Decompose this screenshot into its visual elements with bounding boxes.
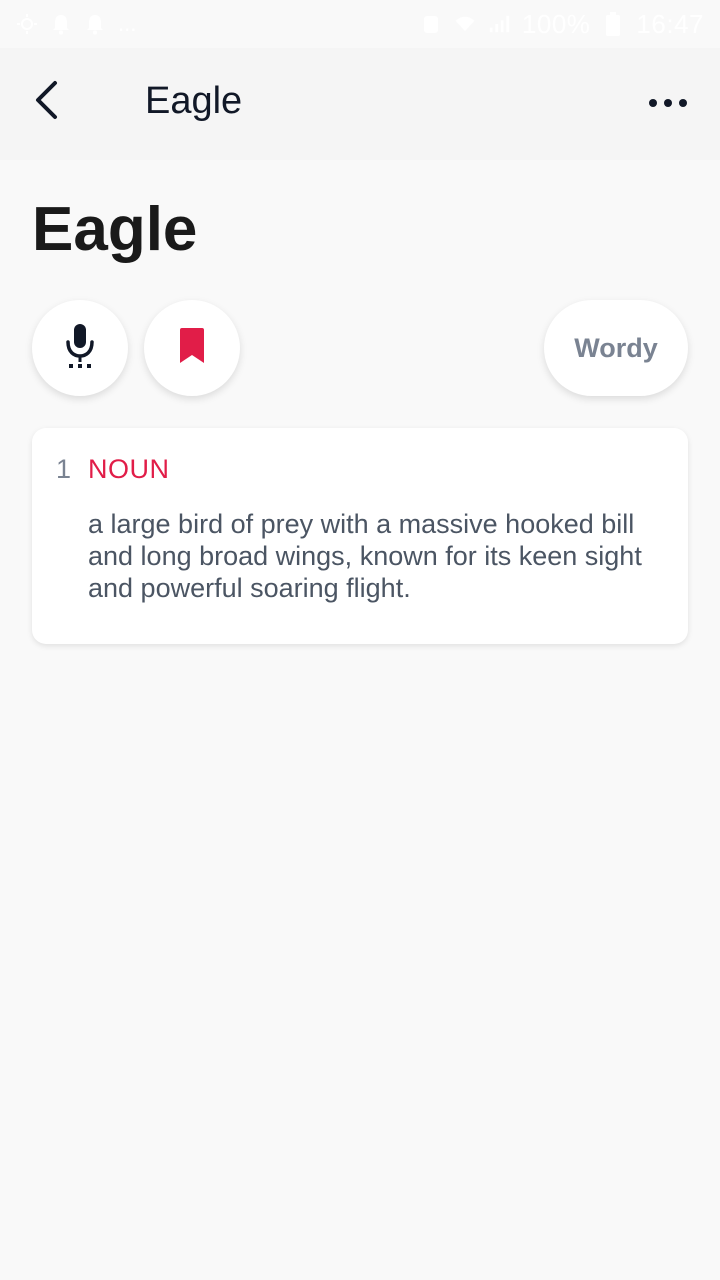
- alarm-icon: [420, 13, 442, 35]
- app-title: Eagle: [145, 80, 243, 122]
- more-horizontal-icon: [648, 95, 688, 113]
- wordy-button[interactable]: Wordy: [544, 300, 688, 396]
- part-of-speech: NOUN: [88, 454, 170, 484]
- microphone-icon: [63, 322, 97, 375]
- definition-card: 1 NOUN a large bird of prey with a massi…: [32, 428, 688, 644]
- battery-icon: [602, 12, 624, 36]
- more-options-button[interactable]: [636, 78, 700, 130]
- status-bar: ... 100% 16:47: [0, 0, 720, 48]
- app-bar: Eagle: [0, 48, 720, 160]
- more-notifications-indicator: ...: [118, 11, 137, 36]
- status-right: 100% 16:47: [420, 9, 704, 40]
- pronounce-button[interactable]: [32, 300, 128, 396]
- bookmark-icon: [177, 327, 207, 370]
- signal-icon: [488, 13, 510, 35]
- back-arrow-icon: [31, 80, 61, 125]
- back-button[interactable]: [18, 74, 74, 130]
- clock: 16:47: [636, 8, 704, 39]
- weather-icon: [16, 13, 38, 35]
- status-left: ...: [16, 11, 136, 37]
- notification-icon: [84, 13, 106, 35]
- bookmark-button[interactable]: [144, 300, 240, 396]
- sense-number: 1: [56, 454, 72, 484]
- notification-icon: [50, 13, 72, 35]
- definition-text: a large bird of prey with a massive hook…: [88, 509, 642, 603]
- word-heading: Eagle: [32, 195, 198, 264]
- battery-percentage: 100%: [521, 8, 591, 39]
- wifi-icon: [454, 13, 476, 35]
